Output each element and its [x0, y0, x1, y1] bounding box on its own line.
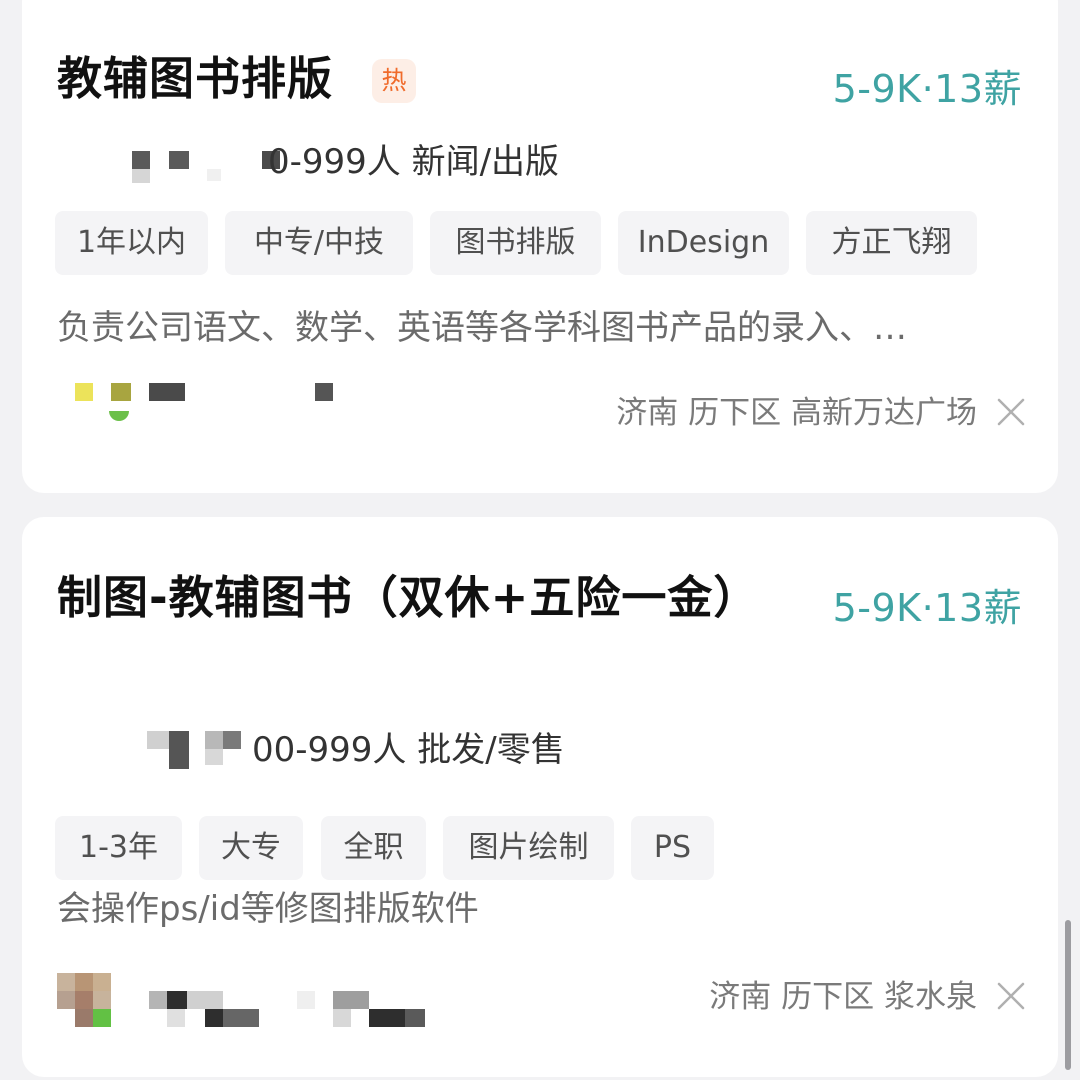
location: 济南 历下区 浆水泉 — [709, 979, 977, 1015]
scrollbar[interactable] — [1065, 920, 1071, 1070]
tag: 中专/中技 — [225, 211, 413, 275]
card-footer: 济南 历下区 浆水泉 — [57, 967, 1027, 1027]
tag: 方正飞翔 — [806, 211, 977, 275]
tag: 图片绘制 — [443, 816, 614, 880]
card-footer: 济南 历下区 高新万达广场 — [57, 383, 1027, 443]
job-card[interactable]: 制图-教辅图书（双休+五险一金） 5-9K·13薪 00-999人 批发/零售 … — [22, 517, 1058, 1077]
tag: 1年以内 — [55, 211, 208, 275]
close-icon[interactable] — [995, 396, 1027, 428]
company-name-redacted — [57, 143, 280, 183]
tag: 1-3年 — [55, 816, 182, 880]
job-description: 会操作ps/id等修图排版软件 — [57, 889, 479, 929]
hot-badge: 热 — [372, 59, 416, 103]
job-card[interactable]: 教辅图书排版 热 5-9K·13薪 0-999人 新闻/出版 1年以内 中专/中… — [22, 0, 1058, 493]
company-info: 0-999人 新闻/出版 — [268, 142, 560, 182]
location: 济南 历下区 高新万达广场 — [616, 395, 977, 431]
tag: InDesign — [618, 211, 789, 275]
job-title: 教辅图书排版 — [57, 52, 334, 105]
tag: 全职 — [321, 816, 426, 880]
tag: PS — [631, 816, 714, 880]
company-name-redacted — [57, 731, 267, 771]
company-info: 00-999人 批发/零售 — [252, 730, 565, 770]
recruiter-redacted — [57, 383, 457, 443]
tag: 大专 — [199, 816, 303, 880]
job-title: 制图-教辅图书（双休+五险一金） — [57, 571, 760, 624]
close-icon[interactable] — [995, 980, 1027, 1012]
salary: 5-9K·13薪 — [832, 67, 1022, 111]
salary: 5-9K·13薪 — [832, 586, 1022, 630]
tag: 图书排版 — [430, 211, 601, 275]
job-description: 负责公司语文、数学、英语等各学科图书产品的录入、… — [57, 308, 907, 348]
recruiter-redacted — [57, 967, 457, 1027]
